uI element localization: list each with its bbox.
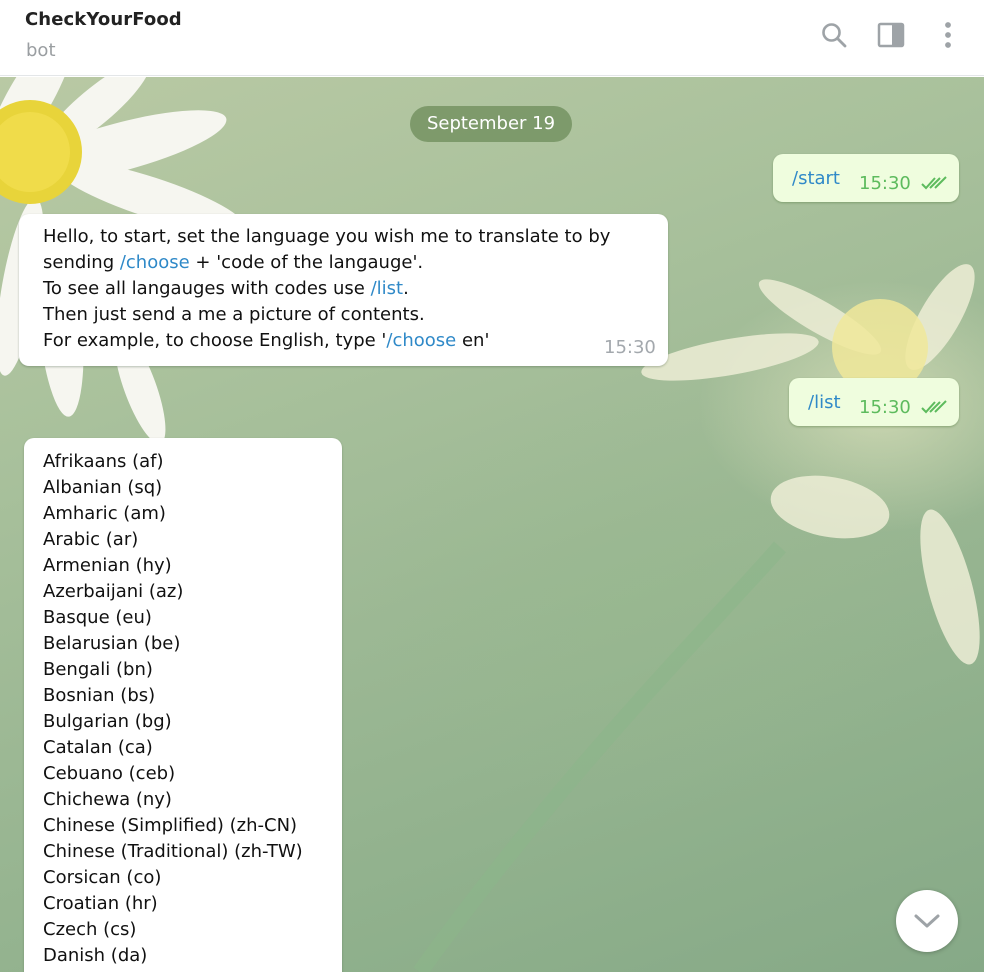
message-bubble-incoming[interactable]: Afrikaans (af) Albanian (sq) Amharic (am) A… [24, 438, 342, 972]
language-list: Afrikaans (af) Albanian (sq) Amharic (am) A… [43, 449, 303, 969]
message-bubble-incoming[interactable]: Hello, to start, set the language you wi… [19, 214, 668, 366]
double-check-icon [921, 176, 947, 190]
language-item: Albanian (sq) [43, 477, 163, 498]
search-icon[interactable] [819, 20, 849, 50]
message-line: sending /choose + 'code of the langauge'… [43, 252, 424, 273]
language-item: Basque (eu) [43, 607, 152, 628]
chat-status: bot [26, 40, 56, 61]
language-item: Chichewa (ny) [43, 789, 172, 810]
scroll-to-bottom-button[interactable] [896, 890, 958, 952]
language-item: Afrikaans (af) [43, 451, 164, 472]
message-text: Hello, to start, set the language you wi… [43, 224, 610, 354]
language-item: Bengali (bn) [43, 659, 153, 680]
double-check-icon [921, 400, 947, 414]
language-item: Corsican (co) [43, 867, 162, 888]
message-time: 15:30 [859, 173, 911, 194]
message-time: 15:30 [859, 397, 911, 418]
language-item: Danish (da) [43, 945, 148, 966]
message-line: Hello, to start, set the language you wi… [43, 226, 611, 247]
message-line: Then just send a me a picture of content… [43, 304, 425, 325]
choose-command-link[interactable]: /choose [386, 330, 456, 351]
message-line: For example, to choose English, type '/c… [43, 330, 490, 351]
date-separator: September 19 [410, 106, 572, 142]
chat-title[interactable]: CheckYourFood [25, 9, 182, 30]
language-item: Cebuano (ceb) [43, 763, 176, 784]
language-item: Amharic (am) [43, 503, 166, 524]
language-item: Belarusian (be) [43, 633, 181, 654]
chevron-down-icon [914, 914, 940, 928]
message-bubble-outgoing[interactable]: /start 15:30 [773, 154, 959, 202]
chat-header: CheckYourFood bot [0, 0, 984, 76]
language-item: Croatian (hr) [43, 893, 158, 914]
list-command-link[interactable]: /list [371, 278, 404, 299]
message-text[interactable]: /start [792, 166, 840, 192]
message-time: 15:30 [604, 337, 656, 358]
more-vertical-icon[interactable] [933, 20, 963, 50]
language-item: Bulgarian (bg) [43, 711, 172, 732]
language-item: Azerbaijani (az) [43, 581, 184, 602]
sidebar-toggle-icon[interactable] [876, 20, 906, 50]
language-item: Catalan (ca) [43, 737, 153, 758]
language-item: Bosnian (bs) [43, 685, 156, 706]
language-item: Armenian (hy) [43, 555, 172, 576]
language-item: Arabic (ar) [43, 529, 139, 550]
message-line: To see all langauges with codes use /lis… [43, 278, 409, 299]
chat-history[interactable]: September 19 /start 15:30 Hello, to star… [0, 77, 984, 972]
language-item: Chinese (Traditional) (zh-TW) [43, 841, 303, 862]
language-item: Chinese (Simplified) (zh-CN) [43, 815, 298, 836]
choose-command-link[interactable]: /choose [120, 252, 190, 273]
language-item: Czech (cs) [43, 919, 137, 940]
message-text[interactable]: /list [808, 390, 841, 416]
message-bubble-outgoing[interactable]: /list 15:30 [789, 378, 959, 426]
